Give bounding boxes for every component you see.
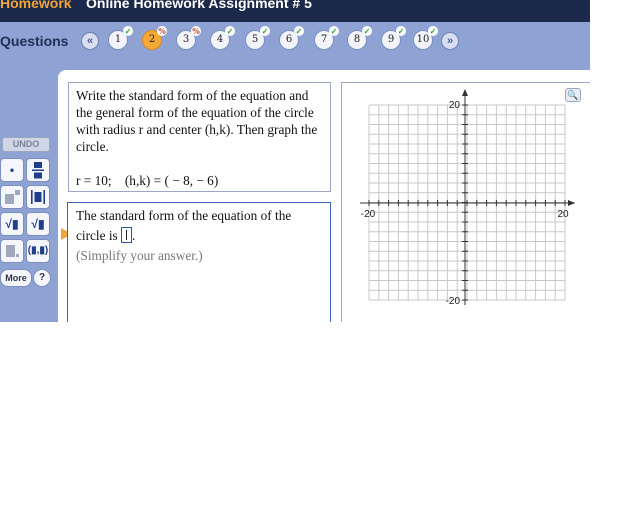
y-min-label: -20 — [446, 296, 461, 307]
magnifier-icon: 🔍 — [567, 90, 579, 100]
coordinate-grid[interactable]: -20 20 20 -20 — [0, 0, 590, 322]
x-max-label: 20 — [557, 209, 569, 220]
app-window: Homework Online Homework Assignment # 5 … — [0, 0, 590, 322]
y-axis-arrow-icon — [462, 89, 468, 96]
x-min-label: -20 — [361, 209, 376, 220]
zoom-button[interactable]: 🔍 — [565, 88, 581, 102]
x-axis-arrow-icon — [568, 200, 575, 206]
y-max-label: 20 — [449, 100, 461, 111]
